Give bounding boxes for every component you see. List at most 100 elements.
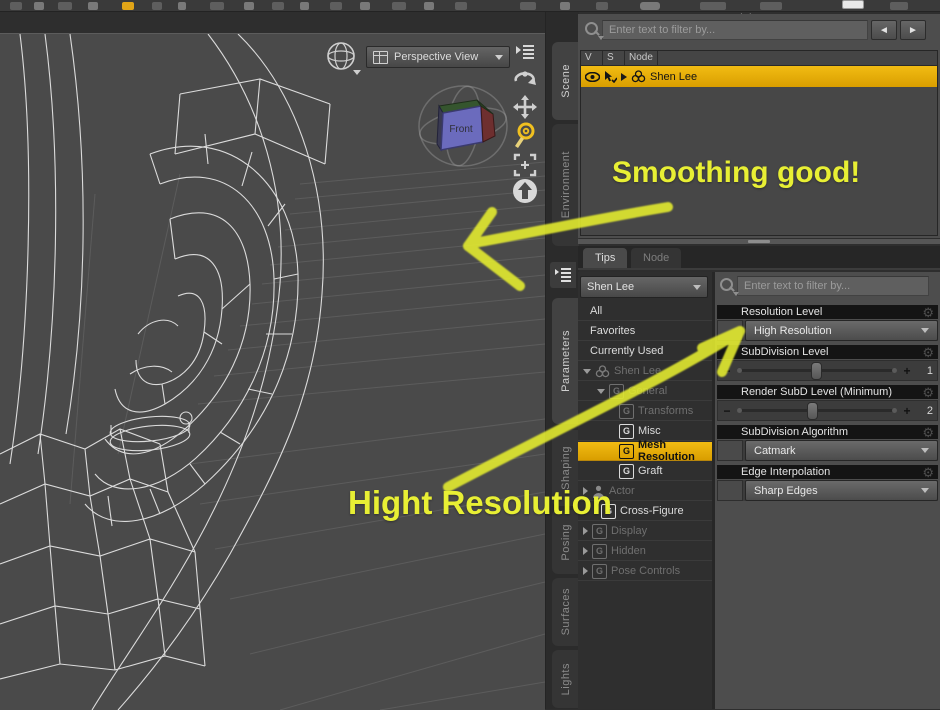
tree-item-favorites[interactable]: Favorites [578, 322, 712, 341]
viewport-options-icon[interactable] [510, 39, 540, 65]
toolbar-icon-active[interactable] [122, 2, 134, 10]
toolbar-icon[interactable] [178, 2, 186, 10]
zoom-tool-icon-active[interactable] [510, 122, 540, 148]
toolbar-icon[interactable] [640, 2, 660, 10]
expand-icon[interactable] [583, 527, 588, 535]
orbit-tool-icon[interactable] [510, 66, 540, 92]
animate-cell[interactable] [717, 320, 743, 341]
group-icon: G [592, 543, 607, 559]
toolbar-icon[interactable] [300, 2, 309, 10]
gear-icon[interactable]: ⚙ [922, 346, 934, 359]
subdivision-level-slider[interactable] [737, 362, 897, 380]
group-icon: G [619, 443, 634, 459]
scene-node-label: Shen Lee [650, 70, 698, 83]
aim-home-icon[interactable] [510, 178, 540, 204]
scene-node-row-selected[interactable]: Shen Lee [581, 66, 937, 87]
tab-node[interactable]: Node [631, 248, 682, 268]
edge-interpolation-dropdown[interactable]: Sharp Edges [745, 480, 938, 501]
gear-icon[interactable]: ⚙ [922, 466, 934, 479]
toolbar-icon[interactable] [596, 2, 608, 10]
view-cube-gizmo[interactable]: Front [415, 80, 511, 172]
property-header-subdivision-level: SubDivision Level ⚙ [717, 345, 938, 359]
tree-item-graft[interactable]: G Graft [578, 462, 712, 481]
resolution-level-dropdown[interactable]: High Resolution [745, 320, 938, 341]
toolbar-icon[interactable] [360, 2, 370, 10]
parameters-filter-input[interactable] [737, 276, 929, 296]
render-subd-level-slider[interactable] [737, 402, 897, 420]
toolbar-icon[interactable] [424, 2, 434, 10]
tab-lights[interactable]: Lights [552, 650, 579, 708]
group-icon: G [619, 403, 634, 419]
expand-icon[interactable] [583, 547, 588, 555]
tree-item-all[interactable]: All [578, 302, 712, 321]
node-selector-dropdown[interactable]: Shen Lee [580, 276, 708, 298]
toolbar-icon[interactable] [152, 2, 162, 10]
viewport-3d[interactable]: Perspective View Front [0, 33, 545, 710]
selectable-cursor-icon[interactable] [604, 70, 617, 83]
tree-item-shen-lee[interactable]: Shen Lee [578, 362, 712, 381]
toolbar-icon[interactable] [244, 2, 254, 10]
toolbar-icon[interactable] [330, 2, 342, 10]
tab-surfaces[interactable]: Surfaces [552, 578, 579, 646]
tab-environment[interactable]: Environment [552, 124, 579, 246]
expand-arrow-icon[interactable] [621, 72, 627, 81]
tree-item-pose-controls[interactable]: G Pose Controls [578, 562, 712, 581]
toolbar-icon[interactable] [34, 2, 44, 10]
tree-item-mesh-resolution-selected[interactable]: G Mesh Resolution [578, 439, 712, 463]
filter-forward-button[interactable]: ► [900, 20, 926, 40]
render-subd-level-value: 2 [926, 404, 933, 417]
toolbar-icon[interactable] [700, 2, 726, 10]
tree-item-currently-used[interactable]: Currently Used [578, 342, 712, 361]
expand-icon[interactable] [583, 567, 588, 575]
increment-button[interactable]: + [902, 404, 912, 418]
toolbar-icon[interactable] [890, 2, 908, 10]
subdivision-algorithm-dropdown[interactable]: Catmark [745, 440, 938, 461]
toolbar-icon[interactable] [455, 2, 467, 10]
view-selector-dropdown[interactable]: Perspective View [366, 46, 510, 68]
increment-button[interactable]: + [902, 364, 912, 378]
toolbar-icon[interactable] [760, 2, 782, 10]
gear-icon[interactable]: ⚙ [922, 306, 934, 319]
toolbar-icon[interactable] [58, 2, 72, 10]
tree-item-display[interactable]: G Display [578, 522, 712, 541]
collapse-icon[interactable] [583, 368, 591, 374]
collapse-icon[interactable] [597, 388, 605, 394]
cube-right-face [480, 105, 496, 143]
tab-parameters[interactable]: Parameters [552, 298, 579, 424]
frame-tool-icon[interactable] [510, 152, 540, 178]
scene-filter-input[interactable] [602, 20, 868, 40]
tab-scene[interactable]: Scene [552, 42, 579, 120]
filter-back-button[interactable]: ◄ [871, 20, 897, 40]
tree-item-transforms[interactable]: G Transforms [578, 402, 712, 421]
animate-cell[interactable] [717, 440, 743, 461]
toolbar-icon[interactable] [210, 2, 224, 10]
viewport-toolbar: Perspective View [0, 38, 545, 75]
node-selector-value: Shen Lee [587, 281, 635, 293]
view-selector-value: Perspective View [394, 51, 479, 63]
tip-tab-bar: Tips Node [578, 246, 940, 270]
toolbar-icon[interactable] [520, 2, 536, 10]
animate-cell[interactable] [717, 480, 743, 501]
tree-item-general[interactable]: G General [578, 382, 712, 401]
pane-menu-icon[interactable] [550, 262, 576, 288]
horizontal-splitter[interactable] [578, 239, 940, 244]
decrement-button[interactable]: − [722, 404, 732, 418]
gear-icon[interactable]: ⚙ [922, 426, 934, 439]
slider-handle[interactable] [810, 362, 822, 380]
tree-item-hidden[interactable]: G Hidden [578, 542, 712, 561]
toolbar-icon[interactable] [842, 0, 864, 9]
toolbar-icon[interactable] [10, 2, 22, 10]
slider-handle[interactable] [807, 402, 819, 420]
visibility-eye-icon[interactable] [585, 71, 600, 82]
pan-tool-icon[interactable] [510, 94, 540, 120]
chevron-down-icon [921, 488, 929, 493]
toolbar-icon[interactable] [272, 2, 284, 10]
toolbar-icon[interactable] [392, 2, 406, 10]
gear-icon[interactable]: ⚙ [922, 386, 934, 399]
toolbar-icon[interactable] [88, 2, 98, 10]
decrement-button[interactable]: − [722, 364, 732, 378]
tab-tips[interactable]: Tips [583, 248, 628, 268]
tab-surfaces-label: Surfaces [559, 588, 572, 636]
toolbar-icon[interactable] [560, 2, 570, 10]
camera-globe-icon[interactable] [322, 40, 364, 78]
